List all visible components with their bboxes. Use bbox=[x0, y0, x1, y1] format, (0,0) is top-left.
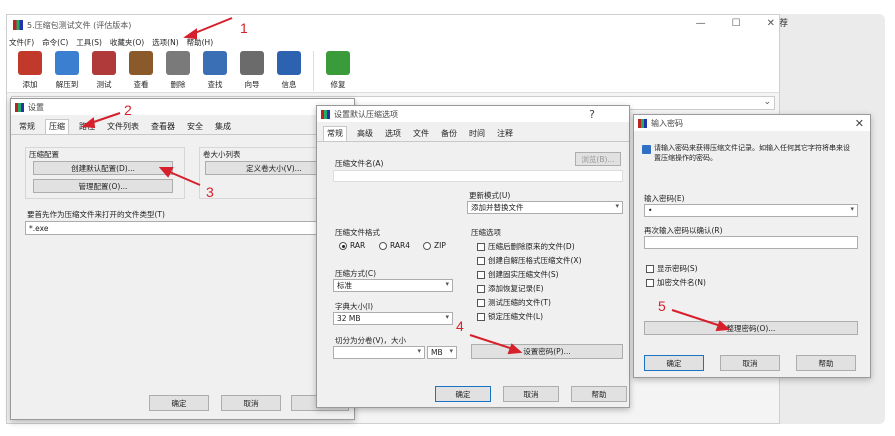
annotation-step-5: 5 bbox=[658, 298, 666, 314]
annotation-step-2: 2 bbox=[124, 102, 132, 118]
annotation-arrowhead-4 bbox=[507, 343, 523, 355]
annotation-arrowhead-1 bbox=[183, 28, 197, 40]
annotation-step-4: 4 bbox=[456, 318, 464, 334]
annotation-arrows bbox=[81, 17, 731, 355]
annotation-step-1: 1 bbox=[240, 20, 248, 36]
annotation-arrowhead-3 bbox=[158, 167, 174, 178]
annotation-arrowhead-5 bbox=[715, 320, 731, 332]
annotation-arrow-4 bbox=[469, 334, 517, 351]
screenshot-canvas: 荐 5.压缩包测试文件 (评估版本) — ☐ ✕ 文件(F) 命令(C) 工具(… bbox=[0, 0, 895, 436]
annotation-arrowhead-2 bbox=[81, 117, 96, 129]
annotation-arrow-5 bbox=[671, 309, 725, 328]
annotation-step-3: 3 bbox=[206, 184, 214, 200]
